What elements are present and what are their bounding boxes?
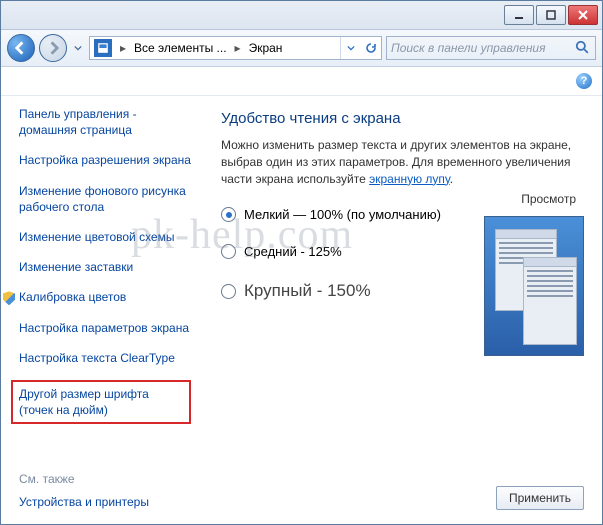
desc-after: . [450,172,453,186]
address-dropdown[interactable] [341,37,361,59]
magnifier-link[interactable]: экранную лупу [369,172,450,186]
refresh-icon [365,42,377,54]
back-button[interactable] [7,34,35,62]
chevron-down-icon [347,44,355,52]
option-label: Средний - 125% [244,244,342,259]
content-pane: Удобство чтения с экрана Можно изменить … [201,96,602,524]
maximize-icon [546,10,556,20]
control-panel-icon [94,39,112,57]
sidebar-devices-link[interactable]: Устройства и принтеры [19,494,195,510]
search-icon [575,40,591,56]
radio-icon [221,284,236,299]
help-icon[interactable]: ? [576,73,592,89]
minimize-icon [514,10,524,20]
breadcrumb-display[interactable]: Экран [245,37,287,59]
apply-button[interactable]: Применить [496,486,584,510]
search-placeholder: Поиск в панели управления [391,41,546,55]
nav-history-dropdown[interactable] [71,36,85,60]
refresh-button[interactable] [361,37,381,59]
sidebar-item-custom-dpi[interactable]: Другой размер шрифта (точек на дюйм) [11,380,191,424]
sidebar-see-also-heading: См. также [19,472,195,486]
sidebar-item-wallpaper[interactable]: Изменение фонового рисунка рабочего стол… [19,183,195,215]
breadcrumb-arrow-icon: ▸ [116,41,130,55]
close-icon [578,10,588,20]
breadcrumb-arrow-icon: ▸ [231,41,245,55]
option-label: Крупный - 150% [244,281,371,301]
sidebar-item-screensaver[interactable]: Изменение заставки [19,259,195,275]
arrow-left-icon [14,41,28,55]
sidebar-home-link[interactable]: Панель управления - домашняя страница [19,106,195,138]
option-label: Мелкий — 100% (по умолчанию) [244,207,441,222]
page-description: Можно изменить размер текста и других эл… [221,137,584,187]
control-panel-window: ▸ Все элементы ... ▸ Экран Поиск в панел… [0,0,603,525]
preview-thumbnail [484,216,584,356]
page-title: Удобство чтения с экрана [221,110,584,127]
close-button[interactable] [568,5,598,25]
titlebar [1,1,602,30]
address-bar[interactable]: ▸ Все элементы ... ▸ Экран [89,36,382,60]
sidebar-item-cleartype[interactable]: Настройка текста ClearType [19,350,195,366]
breadcrumb-all-items[interactable]: Все элементы ... [130,37,231,59]
preview-window-icon [523,257,577,345]
body: Панель управления - домашняя страница На… [1,96,602,524]
radio-icon [221,244,236,259]
navbar: ▸ Все элементы ... ▸ Экран Поиск в панел… [1,30,602,67]
sidebar: Панель управления - домашняя страница На… [1,96,201,524]
sidebar-item-calibration[interactable]: Калибровка цветов [19,289,195,305]
preview-label: Просмотр [521,192,576,206]
search-input[interactable]: Поиск в панели управления [386,36,596,60]
toolbar: ? [1,67,602,96]
forward-button[interactable] [39,34,67,62]
maximize-button[interactable] [536,5,566,25]
sidebar-item-resolution[interactable]: Настройка разрешения экрана [19,152,195,168]
sidebar-item-display-params[interactable]: Настройка параметров экрана [19,320,195,336]
arrow-right-icon [46,41,60,55]
minimize-button[interactable] [504,5,534,25]
sidebar-item-color-scheme[interactable]: Изменение цветовой схемы [19,229,195,245]
radio-icon [221,207,236,222]
chevron-down-icon [74,44,82,52]
